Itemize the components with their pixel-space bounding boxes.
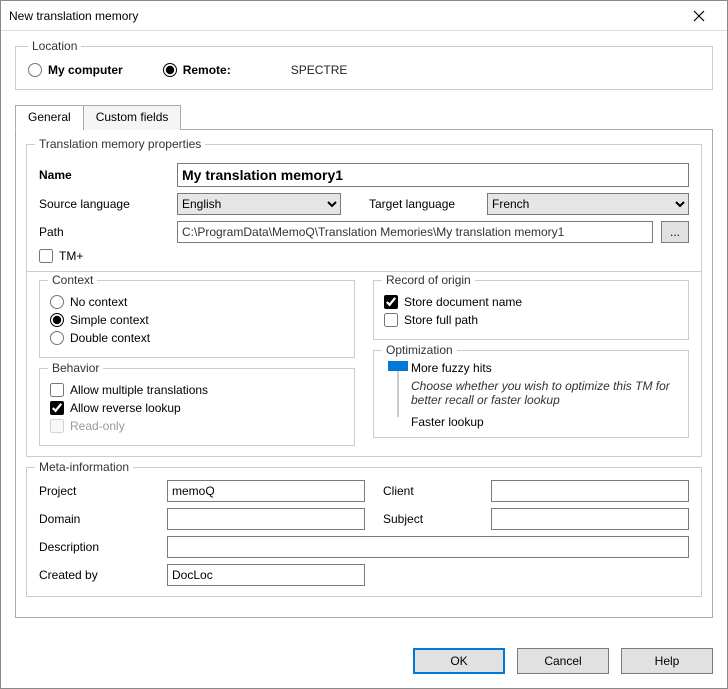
help-button[interactable]: Help <box>621 648 713 674</box>
chk-allowmulti[interactable] <box>50 383 64 397</box>
chk-tmplus[interactable] <box>39 249 53 263</box>
store-doc-label: Store document name <box>404 295 522 309</box>
source-lang-label: Source language <box>39 197 169 211</box>
ok-button[interactable]: OK <box>413 648 505 674</box>
description-label: Description <box>39 540 149 554</box>
subject-input[interactable] <box>491 508 689 530</box>
browse-button[interactable]: ... <box>661 221 689 243</box>
store-path-checkbox[interactable]: Store full path <box>384 313 678 327</box>
record-origin-group: Record of origin Store document name Sto… <box>373 280 689 340</box>
remote-label: Remote: <box>183 63 231 77</box>
context-group: Context No context Simple context <box>39 280 355 358</box>
location-legend: Location <box>28 39 81 53</box>
location-group: Location My computer Remote: SPECTRE <box>15 39 713 90</box>
radio-remote[interactable] <box>163 63 177 77</box>
target-lang-label: Target language <box>369 197 479 211</box>
path-label: Path <box>39 225 169 239</box>
context-double-label: Double context <box>70 331 150 345</box>
read-only-label: Read-only <box>70 419 125 433</box>
close-button[interactable] <box>679 2 719 30</box>
context-double-radio[interactable]: Double context <box>50 331 344 345</box>
tm-plus-label: TM+ <box>59 249 83 263</box>
context-none-radio[interactable]: No context <box>50 295 344 309</box>
more-fuzzy-label: More fuzzy hits <box>411 361 678 375</box>
context-none-label: No context <box>70 295 127 309</box>
created-by-label: Created by <box>39 568 149 582</box>
chk-readonly <box>50 419 64 433</box>
optim-legend: Optimization <box>382 343 457 357</box>
chk-storedoc[interactable] <box>384 295 398 309</box>
tab-custom-fields[interactable]: Custom fields <box>83 105 182 130</box>
titlebar: New translation memory <box>1 1 727 31</box>
record-legend: Record of origin <box>382 273 475 287</box>
store-path-label: Store full path <box>404 313 478 327</box>
store-doc-checkbox[interactable]: Store document name <box>384 295 678 309</box>
tab-general[interactable]: General <box>15 105 84 130</box>
path-input <box>177 221 653 243</box>
chk-allowreverse[interactable] <box>50 401 64 415</box>
name-input[interactable] <box>177 163 689 187</box>
location-remote-radio[interactable]: Remote: <box>163 63 231 77</box>
read-only-checkbox: Read-only <box>50 419 344 433</box>
target-lang-select[interactable]: French <box>487 193 689 215</box>
radio-mycomputer[interactable] <box>28 63 42 77</box>
optimization-slider[interactable] <box>388 361 401 417</box>
content-area: Location My computer Remote: SPECTRE Gen… <box>15 39 713 674</box>
faster-lookup-label: Faster lookup <box>411 415 678 429</box>
meta-info-group: Meta-information Project Client Domain S… <box>26 467 702 597</box>
allow-multi-label: Allow multiple translations <box>70 383 208 397</box>
location-mycomputer-radio[interactable]: My computer <box>28 63 123 77</box>
tm-properties-group: Translation memory properties Name Sourc… <box>26 144 702 457</box>
close-icon <box>693 10 705 22</box>
allow-reverse-label: Allow reverse lookup <box>70 401 181 415</box>
remote-name: SPECTRE <box>291 63 348 77</box>
radio-doublecontext[interactable] <box>50 331 64 345</box>
tab-body: Translation memory properties Name Sourc… <box>15 130 713 618</box>
chk-storepath[interactable] <box>384 313 398 327</box>
window-title: New translation memory <box>9 9 679 23</box>
project-label: Project <box>39 484 149 498</box>
client-label: Client <box>383 484 473 498</box>
props-legend: Translation memory properties <box>35 137 205 151</box>
radio-simplecontext[interactable] <box>50 313 64 327</box>
description-input[interactable] <box>167 536 689 558</box>
dialog-footer: OK Cancel Help <box>413 648 713 674</box>
domain-label: Domain <box>39 512 149 526</box>
allow-multi-checkbox[interactable]: Allow multiple translations <box>50 383 344 397</box>
source-lang-select[interactable]: English <box>177 193 341 215</box>
tab-strip: General Custom fields <box>15 104 713 130</box>
context-simple-label: Simple context <box>70 313 149 327</box>
context-simple-radio[interactable]: Simple context <box>50 313 344 327</box>
radio-nocontext[interactable] <box>50 295 64 309</box>
optimization-group: Optimization More fuzzy hits Choose whet… <box>373 350 689 438</box>
behavior-legend: Behavior <box>48 361 103 375</box>
context-legend: Context <box>48 273 97 287</box>
separator <box>27 271 701 272</box>
cancel-button[interactable]: Cancel <box>517 648 609 674</box>
dialog-window: New translation memory Location My compu… <box>0 0 728 689</box>
allow-reverse-checkbox[interactable]: Allow reverse lookup <box>50 401 344 415</box>
behavior-group: Behavior Allow multiple translations All… <box>39 368 355 446</box>
slider-thumb-icon[interactable] <box>388 361 408 371</box>
mycomputer-label: My computer <box>48 63 123 77</box>
meta-legend: Meta-information <box>35 460 133 474</box>
domain-input[interactable] <box>167 508 365 530</box>
project-input[interactable] <box>167 480 365 502</box>
subject-label: Subject <box>383 512 473 526</box>
created-by-input[interactable] <box>167 564 365 586</box>
client-input[interactable] <box>491 480 689 502</box>
optim-desc: Choose whether you wish to optimize this… <box>411 379 678 407</box>
name-label: Name <box>39 168 169 182</box>
tm-plus-checkbox[interactable]: TM+ <box>39 249 83 263</box>
